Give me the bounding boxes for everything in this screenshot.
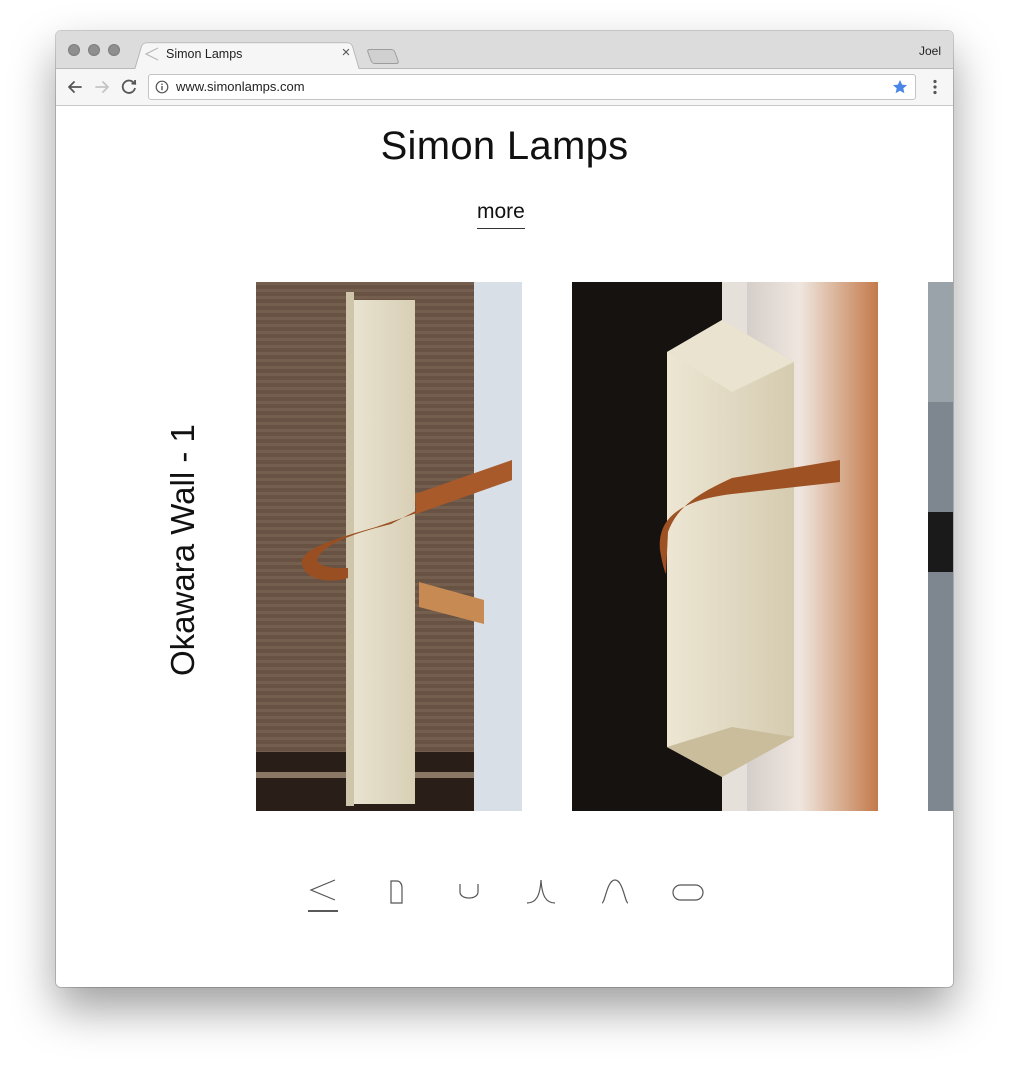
lamp-name-heading: Okawara Wall - 1 <box>164 424 201 676</box>
u-shape-icon[interactable] <box>457 876 481 906</box>
site-favicon-icon <box>144 47 159 61</box>
browser-toolbar: www.simonlamps.com <box>56 69 953 106</box>
info-icon[interactable] <box>155 80 169 94</box>
active-tab-content[interactable]: Simon Lamps × <box>144 40 360 68</box>
forward-arrow-icon[interactable] <box>91 76 113 98</box>
tab-title: Simon Lamps <box>166 47 243 61</box>
tab-strip: Simon Lamps × Joel <box>56 31 953 70</box>
browser-window: Simon Lamps × Joel www.simonlamps.com Si… <box>56 31 953 987</box>
zoom-window-button[interactable] <box>108 44 120 56</box>
close-window-button[interactable] <box>68 44 80 56</box>
arch-shape-icon[interactable] <box>600 876 630 906</box>
bookmark-star-icon[interactable] <box>892 79 908 95</box>
address-bar[interactable]: www.simonlamps.com <box>148 74 916 100</box>
pill-shape-icon[interactable] <box>670 876 706 906</box>
site-title: Simon Lamps <box>380 124 629 168</box>
less-than-equal-shape-icon[interactable] <box>307 876 339 914</box>
tab-shape-icon[interactable] <box>387 876 407 906</box>
profile-name[interactable]: Joel <box>919 44 941 58</box>
url-text[interactable]: www.simonlamps.com <box>176 79 305 94</box>
okawara-wall-photo-2[interactable] <box>572 282 878 811</box>
new-tab-button[interactable] <box>366 49 400 64</box>
cusp-shape-icon[interactable] <box>526 876 556 906</box>
okawara-wall-photo-3-partial[interactable] <box>928 282 953 811</box>
kebab-menu-icon[interactable] <box>926 78 944 96</box>
back-arrow-icon[interactable] <box>64 76 86 98</box>
okawara-wall-photo-1[interactable] <box>256 282 522 811</box>
minimize-window-button[interactable] <box>88 44 100 56</box>
reload-icon[interactable] <box>118 76 140 98</box>
page-content: Simon Lamps more Okawara Wall - 1 <box>56 106 953 987</box>
tab-close-icon[interactable]: × <box>338 44 354 62</box>
more-link[interactable]: more <box>477 200 525 229</box>
